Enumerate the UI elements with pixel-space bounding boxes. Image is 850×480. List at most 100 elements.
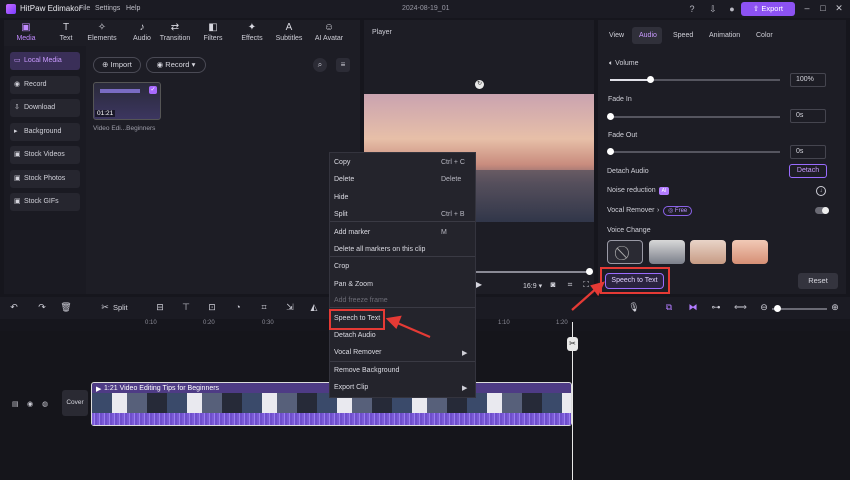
sidebar-item-stock-photos[interactable]: ▣ Stock Photos [10,169,80,188]
tool-subtitles[interactable]: A Subtitles [269,22,309,46]
menu-item-crop[interactable]: Crop [334,263,349,270]
sidebar-item-download[interactable]: ⇩ Download [10,99,80,117]
rotate-icon[interactable]: ↻ [475,80,484,89]
reset-button[interactable]: Reset [798,273,838,289]
crop-icon[interactable]: ⌗ [565,280,575,290]
fade-in-value[interactable]: 0s [790,109,826,123]
scrubber-handle[interactable] [586,268,593,275]
track-lock-icon[interactable]: ▤ [12,400,19,408]
import-button[interactable]: ⊕ Import [93,57,141,73]
color-icon[interactable]: ◭ [308,302,320,313]
camera-icon[interactable]: ◙ [548,280,558,289]
menu-item-split[interactable]: Split [334,211,348,218]
menu-item-copy[interactable]: Copy [334,159,350,166]
tool-ai-avatar[interactable]: ☺ AI Avatar [309,22,349,46]
playhead-scissors-icon[interactable]: ✂ [567,337,578,351]
menu-item-delete-all-markers-on-this-clip[interactable]: Delete all markers on this clip [334,246,425,253]
free-badge-label: Free [674,208,688,214]
zoom-out-icon[interactable]: ⊖ [758,302,770,313]
menu-item-hide[interactable]: Hide [334,194,348,201]
search-icon[interactable]: ⌕ [313,58,327,72]
tool-media[interactable]: ▣ Media [6,22,46,46]
fade-in-slider[interactable] [610,116,780,118]
help-icon[interactable]: ? [686,3,698,15]
menu-item-pan-zoom[interactable]: Pan & Zoom [334,281,373,288]
minimize-icon[interactable]: – [802,3,812,13]
fit-icon[interactable]: ⟺ [734,302,747,313]
download-icon[interactable]: ⇩ [707,3,719,15]
chain-icon[interactable]: ⊶ [710,302,722,313]
sidebar-item-local-media[interactable]: ▭ Local Media [10,52,80,70]
snap-icon[interactable]: ⧉ [663,302,675,313]
vocal-remover-toggle[interactable] [815,207,829,214]
scissors-icon[interactable]: ✂ [99,302,111,313]
menu-item-export-clip[interactable]: Export Clip [334,384,368,391]
volume-value[interactable]: 100% [790,73,826,87]
sidebar-item-label: Background [24,127,62,135]
tool-transition[interactable]: ⇄ Transition [155,22,195,46]
voice-avatar-3[interactable] [732,240,768,264]
fullscreen-icon[interactable]: ⛶ [581,280,591,290]
cover-button[interactable]: Cover [62,390,88,416]
text-icon[interactable]: ⊤ [180,302,192,313]
zoom-in-icon[interactable]: ⊕ [829,302,841,313]
account-icon[interactable]: ● [726,3,738,15]
sidebar-item-stock-gifs[interactable]: ▣ Stock GIFs [10,193,80,211]
menu-item-add-freeze-frame[interactable]: Add freeze frame [334,297,388,304]
fade-out-slider-handle[interactable] [607,148,614,155]
voice-avatar-1[interactable] [649,240,685,264]
track-visibility-icon[interactable]: ◉ [27,400,33,408]
speech-to-text-highlight-box [600,267,670,294]
fade-in-slider-handle[interactable] [607,113,614,120]
menu-item-add-marker[interactable]: Add marker [334,229,370,236]
tab-speed[interactable]: Speed [673,32,693,39]
aspect-ratio-select[interactable]: 16:9 ▾ [523,282,542,290]
sidebar-item-stock-videos[interactable]: ▣ Stock Videos [10,146,80,164]
microphone-icon[interactable]: 🎙︎ [628,302,640,313]
trash-icon[interactable]: 🗑︎ [60,302,72,313]
export-button[interactable]: ⇧ Export [741,2,795,16]
undo-icon[interactable]: ↶ [8,302,20,313]
tab-audio[interactable]: Audio [639,32,657,39]
sort-icon[interactable]: ≡ [336,58,350,72]
ai-avatar-icon: ☺ [323,22,335,33]
freeze-icon[interactable]: ⊟ [154,302,166,313]
maximize-icon[interactable]: □ [818,3,828,13]
split-button-label[interactable]: Split [113,303,128,312]
zoom-slider-handle[interactable] [774,305,781,312]
download-icon[interactable]: ↓ [816,186,826,196]
tool-text[interactable]: T Text [46,22,86,46]
fade-out-slider[interactable] [610,151,780,153]
link-icon[interactable]: ⧓ [687,302,699,313]
voice-avatar-2[interactable] [690,240,726,264]
sidebar-item-record[interactable]: ◉ Record [10,75,80,94]
close-icon[interactable]: ✕ [834,3,844,14]
ai-icon[interactable]: ⊡ [206,302,218,313]
fade-in-label: Fade In [608,96,632,103]
track-mute-icon[interactable]: ◍ [42,400,48,408]
tool-effects[interactable]: ✦ Effects [232,22,272,46]
menu-item-remove-background[interactable]: Remove Background [334,367,399,374]
tab-color[interactable]: Color [756,32,773,39]
fade-out-value[interactable]: 0s [790,145,826,159]
tab-animation[interactable]: Animation [709,32,740,39]
speed-icon[interactable]: ◔ [232,302,244,312]
menu-file[interactable]: File [79,5,90,12]
detach-button[interactable]: Detach [789,164,827,178]
sidebar-item-background[interactable]: ▸ Background [10,122,80,141]
tab-view[interactable]: View [609,32,624,39]
volume-slider-handle[interactable] [647,76,654,83]
menu-item-detach-audio[interactable]: Detach Audio [334,332,376,339]
menu-item-delete[interactable]: Delete [334,176,354,183]
tool-filters[interactable]: ◧ Filters [193,22,233,46]
menu-help[interactable]: Help [126,5,140,12]
record-dropdown-button[interactable]: ◉ Record ▾ [146,57,206,73]
menu-separator [330,256,475,257]
menu-item-vocal-remover[interactable]: Vocal Remover [334,349,381,356]
tool-elements[interactable]: ✧ Elements [82,22,122,46]
export-frame-icon[interactable]: ⇲ [284,302,296,313]
redo-icon[interactable]: ↷ [36,302,48,313]
menu-settings[interactable]: Settings [95,5,120,12]
no-voice-change-icon[interactable]: ⃠ [607,240,643,264]
crop-icon[interactable]: ⌗ [258,302,270,313]
